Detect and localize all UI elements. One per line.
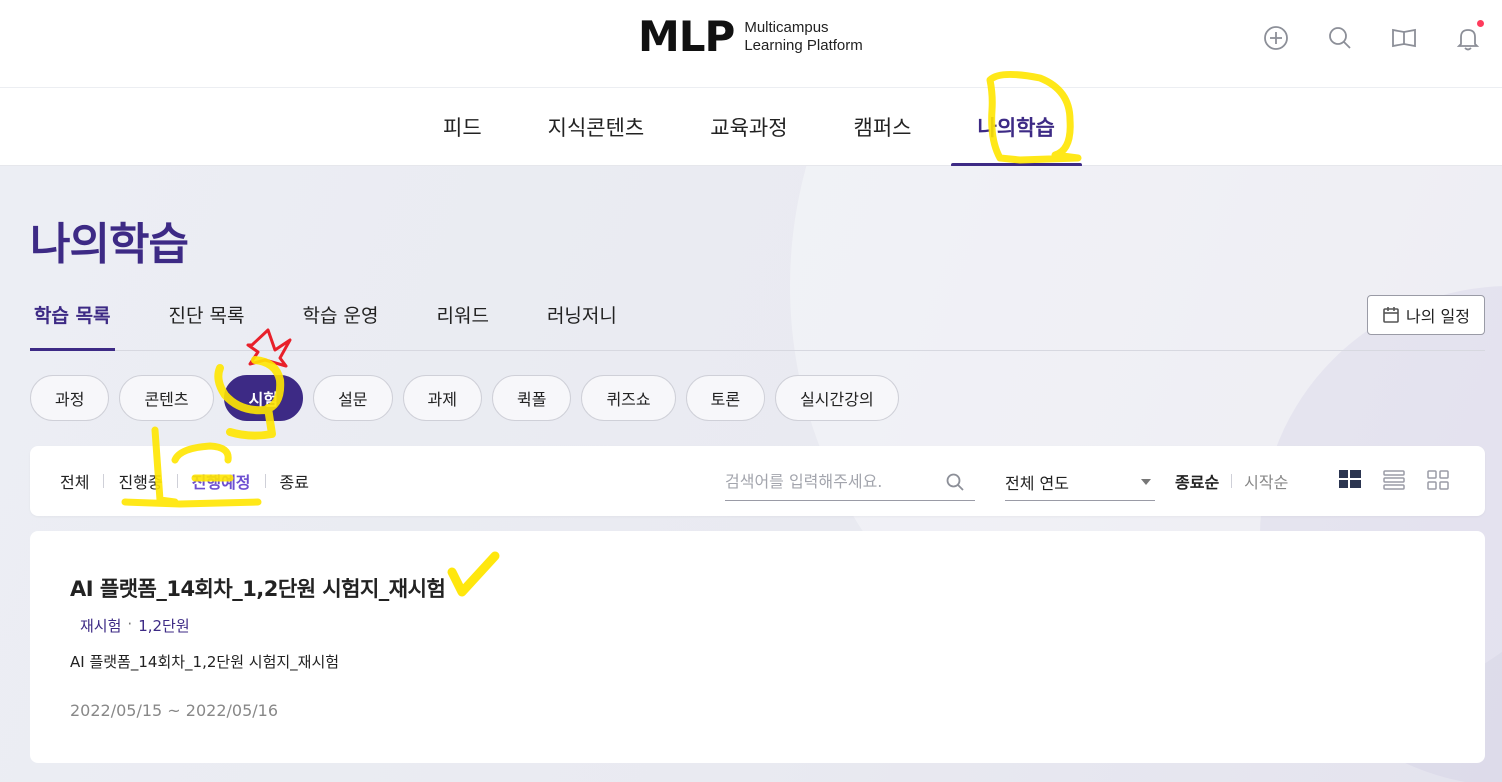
page-title: 나의학습	[30, 219, 189, 270]
main-nav-item-feed[interactable]: 피드	[410, 88, 515, 166]
logo-subtitle: Multicampus Learning Platform	[744, 19, 862, 55]
logo[interactable]: MLP Multicampus Learning Platform	[638, 16, 863, 58]
main-nav: 피드 지식콘텐츠 교육과정 캠퍼스 나의학습	[0, 88, 1502, 167]
search-icon[interactable]	[945, 472, 965, 492]
chip-live-lecture[interactable]: 실시간강의	[775, 375, 899, 421]
logo-mark: MLP	[638, 12, 735, 61]
year-select[interactable]: 전체 연도	[1005, 463, 1155, 501]
top-bar: MLP Multicampus Learning Platform	[0, 0, 1502, 88]
card-meta: 재시험 · 1,2단원	[80, 615, 190, 636]
plus-circle-icon[interactable]	[1260, 22, 1292, 54]
card-description: AI 플랫폼_14회차_1,2단원 시험지_재시험	[70, 653, 340, 671]
card-date-range: 2022/05/15 ~ 2022/05/16	[70, 701, 279, 720]
search-input[interactable]	[725, 472, 935, 491]
chip-quick-poll[interactable]: 퀵폴	[491, 375, 572, 421]
my-schedule-label: 나의 일정	[1406, 307, 1470, 326]
view-toggle	[1338, 468, 1450, 492]
card-meta-unit: 1,2단원	[138, 617, 190, 635]
divider	[176, 474, 178, 488]
main-nav-item-campus[interactable]: 캠퍼스	[821, 88, 945, 166]
chip-exam[interactable]: 시험	[223, 375, 304, 421]
status-filters: 전체 진행중 진행예정 종료	[60, 446, 309, 516]
content-area: 나의학습 학습 목록 진단 목록 학습 운영 리워드 러닝저니 나의 일정 과정…	[0, 166, 1502, 782]
sort-by-end[interactable]: 종료순	[1175, 469, 1219, 493]
chip-course[interactable]: 과정	[30, 375, 110, 421]
chip-assignment[interactable]: 과제	[402, 375, 482, 421]
grid-view-icon[interactable]	[1338, 468, 1362, 492]
card-meta-type: 재시험	[80, 617, 122, 635]
logo-line-1: Multicampus	[744, 19, 829, 36]
divider	[1231, 474, 1233, 488]
book-icon[interactable]	[1388, 22, 1420, 54]
status-filter-upcoming[interactable]: 진행예정	[192, 469, 251, 493]
tab-learning-list[interactable]: 학습 목록	[30, 278, 115, 351]
sub-tabs: 학습 목록 진단 목록 학습 운영 리워드 러닝저니 나의 일정	[30, 278, 1485, 351]
divider	[103, 474, 105, 488]
sort-options: 종료순 시작순	[1175, 446, 1288, 516]
my-schedule-button[interactable]: 나의 일정	[1367, 295, 1485, 335]
notification-dot	[1477, 20, 1484, 27]
tab-learning-operation[interactable]: 학습 운영	[299, 278, 383, 350]
chip-content[interactable]: 콘텐츠	[119, 375, 214, 421]
chevron-down-icon	[1141, 478, 1151, 485]
tab-reward[interactable]: 리워드	[432, 278, 492, 350]
card-title[interactable]: AI 플랫폼_14회차_1,2단원 시험지_재시험	[70, 573, 446, 603]
tab-learning-journey[interactable]: 러닝저니	[543, 278, 621, 350]
card-meta-dot: ·	[127, 615, 133, 633]
chip-survey[interactable]: 설문	[313, 375, 393, 421]
logo-line-2: Learning Platform	[744, 37, 863, 54]
status-filter-ended[interactable]: 종료	[280, 469, 309, 493]
sort-by-start[interactable]: 시작순	[1244, 469, 1288, 493]
status-filter-all[interactable]: 전체	[60, 469, 89, 493]
search-icon[interactable]	[1324, 22, 1356, 54]
tab-diagnosis-list[interactable]: 진단 목록	[165, 278, 249, 350]
type-chips: 과정 콘텐츠 시험 설문 과제 퀵폴 퀴즈쇼 토론 실시간강의	[30, 375, 899, 421]
year-select-value: 전체 연도	[1005, 473, 1069, 493]
filter-bar: 전체 진행중 진행예정 종료 전체 연도 종료순 시작순	[30, 446, 1485, 516]
divider	[264, 474, 266, 488]
status-filter-in-progress[interactable]: 진행중	[118, 469, 162, 493]
main-nav-item-curriculum[interactable]: 교육과정	[677, 88, 820, 166]
chip-quiz-show[interactable]: 퀴즈쇼	[581, 375, 676, 421]
list-view-icon[interactable]	[1382, 468, 1406, 492]
chip-discussion[interactable]: 토론	[685, 375, 766, 421]
exam-card[interactable]: AI 플랫폼_14회차_1,2단원 시험지_재시험 재시험 · 1,2단원 AI…	[30, 531, 1485, 763]
top-icon-group	[1260, 20, 1484, 54]
calendar-icon	[1383, 307, 1399, 323]
main-nav-item-my-learning[interactable]: 나의학습	[945, 88, 1088, 167]
main-nav-item-knowledge-content[interactable]: 지식콘텐츠	[515, 88, 678, 166]
tile-view-icon[interactable]	[1426, 468, 1450, 492]
bell-icon[interactable]	[1452, 20, 1484, 54]
search-box	[725, 463, 975, 501]
